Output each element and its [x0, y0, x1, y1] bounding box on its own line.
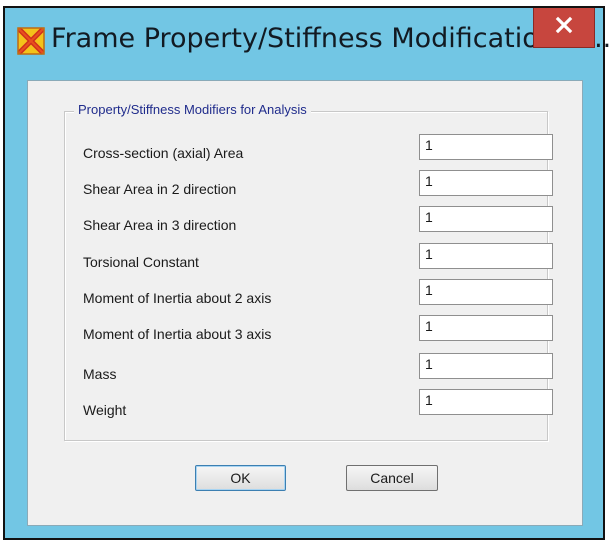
close-icon	[555, 16, 573, 39]
input-torsional-constant[interactable]	[419, 243, 553, 269]
label-mass: Mass	[83, 366, 117, 382]
group-title: Property/Stiffness Modifiers for Analysi…	[74, 102, 311, 117]
input-shear-area-3[interactable]	[419, 206, 553, 232]
label-moment-inertia-2: Moment of Inertia about 2 axis	[83, 290, 272, 306]
window-title: Frame Property/Stiffness Modification Fa…	[51, 23, 611, 54]
input-weight[interactable]	[419, 389, 553, 415]
sap2000-app-icon[interactable]	[16, 26, 46, 56]
dialog-window: Frame Property/Stiffness Modification Fa…	[3, 6, 611, 540]
label-moment-inertia-3: Moment of Inertia about 3 axis	[83, 326, 272, 342]
cancel-button[interactable]: Cancel	[346, 465, 438, 491]
label-shear-area-2: Shear Area in 2 direction	[83, 181, 237, 197]
label-cross-section-area: Cross-section (axial) Area	[83, 145, 244, 161]
close-button[interactable]	[533, 8, 595, 48]
label-shear-area-3: Shear Area in 3 direction	[83, 217, 237, 233]
label-weight: Weight	[83, 402, 127, 418]
ok-button[interactable]: OK	[195, 465, 286, 491]
title-bar[interactable]: Frame Property/Stiffness Modification Fa…	[5, 8, 611, 80]
input-moment-inertia-2[interactable]	[419, 279, 553, 305]
input-cross-section-area[interactable]	[419, 134, 553, 160]
screenshot-canvas: Frame Property/Stiffness Modification Fa…	[0, 0, 611, 544]
input-mass[interactable]	[419, 353, 553, 379]
dialog-client-area: Property/Stiffness Modifiers for Analysi…	[27, 80, 583, 526]
label-torsional-constant: Torsional Constant	[83, 254, 199, 270]
input-moment-inertia-3[interactable]	[419, 315, 553, 341]
input-shear-area-2[interactable]	[419, 170, 553, 196]
